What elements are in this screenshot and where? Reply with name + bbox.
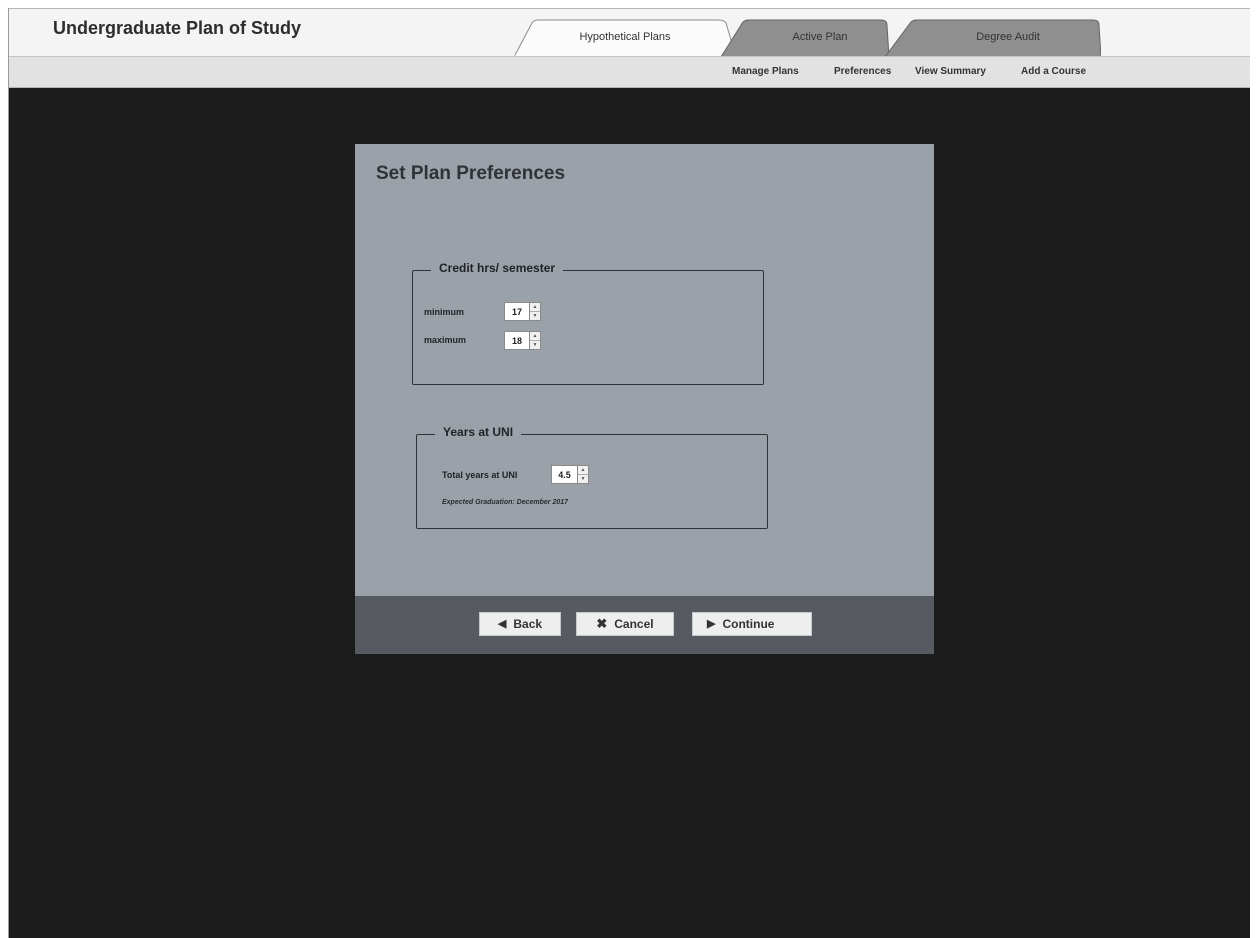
sub-navigation: Manage Plans Preferences View Summary Ad…: [9, 56, 1250, 88]
triangle-left-icon: ◀: [497, 618, 507, 630]
total-years-label: Total years at UNI: [442, 470, 518, 480]
expected-graduation: Expected Graduation: December 2017: [442, 499, 569, 506]
spinner-up-icon[interactable]: ▲: [530, 332, 540, 341]
app-title: Undergraduate Plan of Study: [53, 18, 302, 38]
spinner-down-icon[interactable]: ▼: [578, 475, 588, 483]
spinner-up-icon[interactable]: ▲: [530, 303, 540, 312]
maximum-label: maximum: [424, 335, 467, 345]
tab-hypothetical-plans[interactable]: Hypothetical Plans: [514, 19, 736, 57]
years-at-uni-group: Years at UNI Total years at UNI 4.5 ▲ ▼ …: [416, 425, 768, 529]
header-bar: Undergraduate Plan of Study Hypothetical…: [9, 8, 1250, 57]
dialog-footer: ◀ Back ✖ Cancel ▶ Continue: [355, 596, 934, 654]
spinner-up-icon[interactable]: ▲: [578, 466, 588, 475]
maximum-credit-value[interactable]: 18: [504, 331, 530, 350]
back-button-label: Back: [513, 617, 543, 631]
tab-label: Degree Audit: [976, 31, 1040, 43]
minimum-label: minimum: [424, 307, 465, 317]
total-years-spinner[interactable]: 4.5 ▲ ▼: [551, 465, 589, 484]
app-window: Undergraduate Plan of Study Hypothetical…: [8, 8, 1250, 938]
minimum-credit-value[interactable]: 17: [504, 302, 530, 321]
tab-degree-audit[interactable]: Degree Audit: [885, 19, 1101, 57]
tab-active-plan[interactable]: Active Plan: [721, 19, 889, 57]
subnav-view-summary[interactable]: View Summary: [915, 66, 986, 77]
dialog-title: Set Plan Preferences: [376, 163, 566, 184]
continue-button-label: Continue: [722, 617, 775, 631]
continue-button[interactable]: ▶ Continue: [692, 612, 812, 636]
credit-hours-group: Credit hrs/ semester minimum 17 ▲ ▼ maxi…: [412, 261, 764, 385]
tab-label: Hypothetical Plans: [579, 31, 671, 43]
total-years-value[interactable]: 4.5: [551, 465, 578, 484]
subnav-add-a-course[interactable]: Add a Course: [1021, 66, 1086, 77]
maximum-credit-spinner[interactable]: 18 ▲ ▼: [504, 331, 541, 350]
spinner-down-icon[interactable]: ▼: [530, 312, 540, 320]
x-icon: ✖: [596, 616, 608, 631]
cancel-button-label: Cancel: [614, 617, 654, 631]
subnav-manage-plans[interactable]: Manage Plans: [732, 66, 799, 77]
minimum-credit-spinner[interactable]: 17 ▲ ▼: [504, 302, 541, 321]
credit-hours-legend: Credit hrs/ semester: [431, 261, 564, 275]
spinner-arrows-icon[interactable]: ▲ ▼: [530, 302, 541, 321]
spinner-arrows-icon[interactable]: ▲ ▼: [530, 331, 541, 350]
cancel-button[interactable]: ✖ Cancel: [576, 612, 674, 636]
years-legend: Years at UNI: [435, 425, 522, 439]
tab-label: Active Plan: [792, 31, 848, 43]
triangle-right-icon: ▶: [707, 618, 716, 630]
spinner-down-icon[interactable]: ▼: [530, 341, 540, 349]
back-button[interactable]: ◀ Back: [479, 612, 561, 636]
subnav-preferences[interactable]: Preferences: [834, 66, 891, 77]
preferences-dialog: Set Plan Preferences Credit hrs/ semeste…: [355, 144, 934, 654]
spinner-arrows-icon[interactable]: ▲ ▼: [578, 465, 589, 484]
